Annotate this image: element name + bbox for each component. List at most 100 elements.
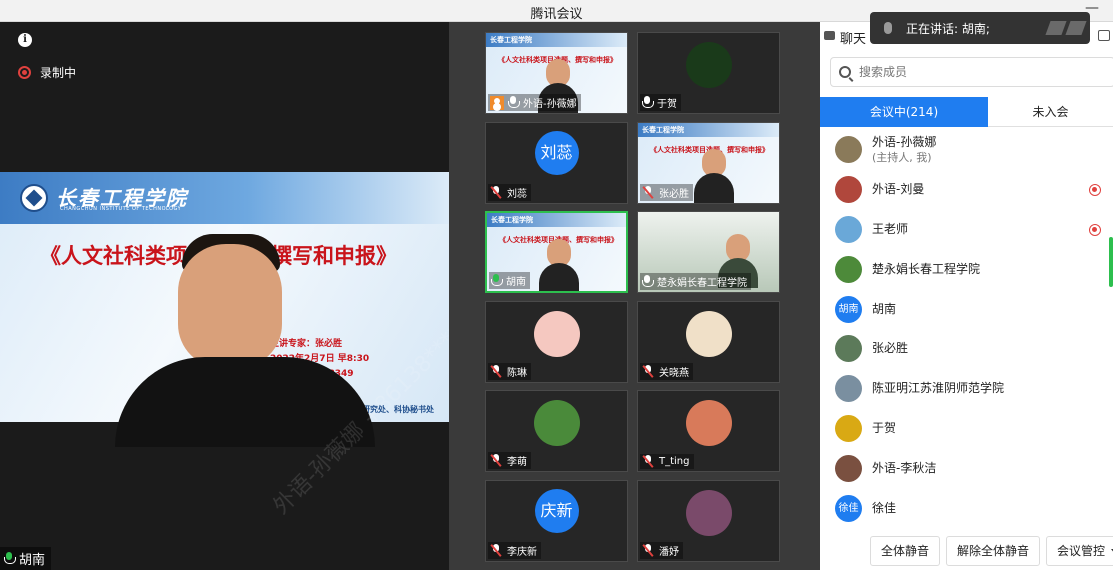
- tile-label: T_ting: [640, 454, 694, 469]
- video-tile[interactable]: 李萌: [485, 390, 628, 472]
- member-role: (主持人, 我): [872, 150, 932, 164]
- speaking-text: 正在讲话: 胡南;: [906, 21, 990, 36]
- participant-name: T_ting: [659, 456, 690, 467]
- tile-label: 于贺: [640, 94, 681, 111]
- avatar: [835, 215, 862, 243]
- avatar: [835, 454, 862, 482]
- avatar: [835, 176, 862, 204]
- mini-slide-logo: 长春工程学院: [491, 216, 533, 224]
- avatar: [533, 310, 580, 357]
- member-list-scrollbar[interactable]: [1109, 237, 1113, 287]
- avatar: 刘蕊: [534, 130, 579, 175]
- main-speaker-label: 胡南: [0, 547, 52, 570]
- detach-icon[interactable]: [1098, 30, 1110, 41]
- member-name: 外语-孙薇娜: [872, 134, 937, 149]
- record-icon: [1089, 183, 1101, 196]
- unmute-all-button[interactable]: 解除全体静音: [946, 536, 1041, 566]
- member-row[interactable]: 张必胜: [820, 329, 1113, 369]
- video-tile[interactable]: T_ting: [637, 390, 780, 472]
- member-row[interactable]: 外语-孙薇娜 (主持人, 我): [820, 130, 1113, 170]
- video-tile[interactable]: 刘蕊 刘蕊: [485, 121, 628, 204]
- tile-label: 刘蕊: [488, 183, 531, 201]
- member-name: 外语-李秋洁: [872, 460, 937, 475]
- mic-icon: [884, 22, 892, 34]
- member-name: 徐佳: [872, 500, 897, 515]
- member-row[interactable]: 外语-李秋洁: [820, 448, 1113, 488]
- tile-label: 张必胜: [640, 183, 693, 201]
- member-info: 胡南: [872, 302, 896, 317]
- video-tile[interactable]: 长春工程学院《人文社科类项目选题、撰写和申报》胡南: [485, 211, 628, 293]
- participant-name: 刘蕊: [507, 188, 527, 200]
- member-info: 于贺: [872, 421, 896, 436]
- slide-header: 长春工程学院 CHANGCHUN INSTITUTE OF TECHNOLOGY: [0, 172, 449, 224]
- avatar: 徐佳: [835, 494, 862, 522]
- info-icon[interactable]: i: [18, 33, 32, 47]
- video-tile[interactable]: 关晓燕: [637, 300, 780, 383]
- tile-label: 李萌: [488, 452, 531, 469]
- tile-label: 潘妤: [640, 541, 683, 559]
- tile-label: 关晓燕: [640, 362, 693, 380]
- member-row[interactable]: 徐佳 徐佳: [820, 488, 1113, 525]
- member-name: 王老师: [872, 221, 909, 236]
- participant-video: [694, 148, 734, 203]
- main-speaker-name: 胡南: [19, 553, 46, 568]
- mic-on-icon: [491, 274, 503, 287]
- member-name: 陈亚明江苏淮阴师范学院: [872, 381, 1005, 396]
- school-logo-icon: [20, 184, 48, 212]
- avatar: [835, 375, 862, 403]
- member-row[interactable]: 于贺: [820, 409, 1113, 449]
- recording-label: 录制中: [40, 66, 77, 80]
- main-video[interactable]: i 录制中 长春工程学院 CHANGCHUN INSTITUTE OF TECH…: [0, 22, 449, 570]
- tab-not-joined[interactable]: 未入会: [988, 97, 1113, 127]
- member-row[interactable]: 外语-刘曼: [820, 170, 1113, 210]
- chat-tab[interactable]: 聊天: [840, 28, 866, 47]
- participant-video: [539, 239, 579, 291]
- avatar: [533, 400, 580, 446]
- slide-info-line: 主讲专家：张必胜: [270, 339, 343, 349]
- mini-slide-logo: 长春工程学院: [490, 36, 532, 44]
- member-info: 外语-刘曼: [872, 182, 924, 197]
- avatar: [835, 335, 862, 363]
- video-tile[interactable]: 于贺: [637, 32, 780, 114]
- avatar: [685, 400, 732, 446]
- mute-all-button[interactable]: 全体静音: [870, 536, 941, 566]
- video-tile[interactable]: 长春工程学院《人文社科类项目选题、撰写和申报》外语-孙薇娜: [485, 32, 628, 114]
- video-tile[interactable]: 潘妤: [637, 479, 780, 562]
- video-gallery: 长春工程学院《人文社科类项目选题、撰写和申报》外语-孙薇娜于贺刘蕊刘蕊长春工程学…: [449, 22, 820, 570]
- member-search[interactable]: [830, 57, 1113, 87]
- video-tile[interactable]: 庆新 李庆新: [485, 479, 628, 562]
- recording-indicator: 录制中: [18, 64, 76, 81]
- meeting-control-button[interactable]: 会议管控: [1046, 536, 1113, 566]
- chat-icon[interactable]: [824, 31, 835, 40]
- member-row[interactable]: 陈亚明江苏淮阴师范学院: [820, 369, 1113, 409]
- member-row[interactable]: 王老师: [820, 210, 1113, 250]
- participant-name: 潘妤: [659, 546, 679, 558]
- mic-on-icon: [642, 96, 654, 109]
- record-icon: [1089, 223, 1101, 236]
- avatar: [835, 255, 862, 283]
- video-tile[interactable]: 陈琳: [485, 300, 628, 383]
- member-info: 楚永娟长春工程学院: [872, 262, 980, 277]
- member-name: 外语-刘曼: [872, 182, 925, 197]
- video-tile[interactable]: 长春工程学院《人文社科类项目选题、撰写和申报》张必胜: [637, 121, 780, 204]
- host-icon: [490, 95, 504, 110]
- member-row[interactable]: 胡南 胡南: [820, 289, 1113, 329]
- mini-slide-logo: 长春工程学院: [642, 125, 684, 134]
- participant-name: 李萌: [507, 457, 527, 468]
- toast-actions: [1045, 21, 1087, 35]
- mic-muted-icon: [642, 185, 654, 199]
- hand-icon[interactable]: [1045, 21, 1067, 35]
- tab-in-meeting[interactable]: 会议中(214): [820, 97, 988, 127]
- member-panel: 聊天 会议中(214) 未入会 外语-孙薇娜(主持人, 我) 外语-刘曼王老师楚永…: [820, 22, 1113, 570]
- tile-label: 李庆新: [488, 541, 541, 559]
- participant-name: 张必胜: [659, 188, 689, 200]
- return-icon[interactable]: [1065, 21, 1087, 35]
- speaking-toast: 正在讲话: 胡南;: [870, 12, 1090, 44]
- school-name-en: CHANGCHUN INSTITUTE OF TECHNOLOGY: [60, 206, 182, 212]
- participant-name: 陈琳: [507, 367, 527, 379]
- search-input[interactable]: [859, 65, 1079, 79]
- participant-name: 于贺: [657, 99, 677, 110]
- video-tile[interactable]: 楚永娟长春工程学院: [637, 211, 780, 293]
- member-row[interactable]: 楚永娟长春工程学院: [820, 249, 1113, 289]
- participant-name: 胡南: [506, 277, 526, 288]
